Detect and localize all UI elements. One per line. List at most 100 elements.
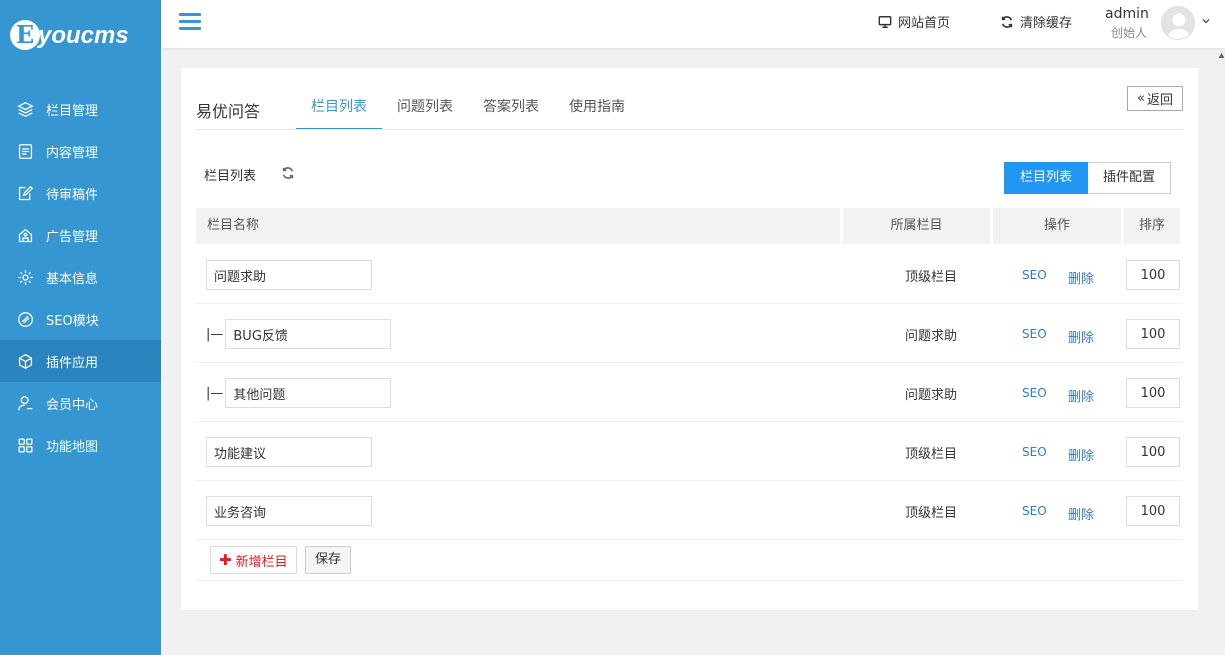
sidebar-item-label: 插件应用 <box>46 355 99 371</box>
header-column-name: 栏目名称 <box>196 208 840 244</box>
sidebar-item-sitemap[interactable]: 功能地图 <box>0 424 161 466</box>
site-home-link[interactable]: 网站首页 <box>878 12 950 31</box>
table-row: |— 问题求助 SEO 删除 <box>196 363 1183 422</box>
seo-link[interactable]: SEO <box>1022 504 1047 518</box>
top-bar: 网站首页 清除缓存 admin 创始人 <box>161 0 1225 48</box>
parent-column: 问题求助 <box>904 388 957 403</box>
avatar[interactable] <box>1161 6 1195 40</box>
double-chevron-left-icon: « <box>1137 91 1145 106</box>
chevron-down-icon[interactable] <box>1201 16 1211 26</box>
seo-icon <box>16 310 34 328</box>
tab-answer-list[interactable]: 答案列表 <box>468 96 554 130</box>
tree-indent: |— <box>206 326 224 342</box>
sidebar-item-column[interactable]: 栏目管理 <box>0 88 161 130</box>
user-role: 创始人 <box>1111 26 1148 40</box>
delete-link[interactable]: 删除 <box>1068 445 1094 464</box>
layers-icon <box>16 100 34 118</box>
tab-bar: 栏目列表 问题列表 答案列表 使用指南 <box>296 96 640 130</box>
parent-column: 顶级栏目 <box>904 447 957 462</box>
user-icon <box>16 394 34 412</box>
sidebar-item-ads[interactable]: 广告管理 <box>0 214 161 256</box>
column-name-input[interactable] <box>206 437 372 467</box>
sidebar-menu: 栏目管理 内容管理 待审稿件 广告管理 基本信息 SEO模块 插件应用 会员中心… <box>0 88 161 466</box>
edit-icon <box>16 184 34 202</box>
sidebar-item-label: 栏目管理 <box>46 103 99 119</box>
sidebar-item-label: 待审稿件 <box>46 187 99 203</box>
header-parent-column: 所属栏目 <box>843 208 990 244</box>
sort-input[interactable] <box>1126 437 1180 467</box>
sidebar-item-members[interactable]: 会员中心 <box>0 382 161 424</box>
header-sort: 排序 <box>1124 208 1180 244</box>
sort-input[interactable] <box>1126 319 1180 349</box>
delete-link[interactable]: 删除 <box>1068 504 1094 523</box>
menu-toggle-icon[interactable] <box>179 13 201 33</box>
delete-link[interactable]: 删除 <box>1068 327 1094 346</box>
scroll-up-icon[interactable] <box>1218 52 1225 60</box>
user-name: admin <box>1105 6 1149 22</box>
parent-column: 顶级栏目 <box>904 506 957 521</box>
sidebar-item-basic-info[interactable]: 基本信息 <box>0 256 161 298</box>
table-row: |— 问题求助 SEO 删除 <box>196 304 1183 363</box>
sidebar-item-plugins[interactable]: 插件应用 <box>0 340 161 382</box>
sort-input[interactable] <box>1126 260 1180 290</box>
seo-link[interactable]: SEO <box>1022 268 1047 282</box>
header-actions: 操作 <box>993 208 1121 244</box>
sidebar-item-label: SEO模块 <box>46 313 99 329</box>
section-title: 栏目列表 <box>204 169 257 184</box>
grid-icon <box>16 436 34 454</box>
sidebar-item-content[interactable]: 内容管理 <box>0 130 161 172</box>
sidebar-item-label: 广告管理 <box>46 229 99 245</box>
view-toggle: 栏目列表 插件配置 <box>1004 162 1172 194</box>
column-name-input[interactable] <box>225 378 392 408</box>
cube-icon <box>16 352 34 370</box>
add-column-button[interactable]: ✚ 新增栏目 <box>210 546 297 574</box>
avatar-user-icon <box>1167 13 1191 39</box>
plugin-config-button[interactable]: 插件配置 <box>1088 162 1172 194</box>
sidebar-item-label: 基本信息 <box>46 271 99 287</box>
seo-link[interactable]: SEO <box>1022 327 1047 341</box>
column-name-input[interactable] <box>206 496 372 526</box>
back-button[interactable]: « 返回 <box>1127 86 1183 111</box>
refresh-icon <box>1001 15 1013 28</box>
sidebar-item-label: 功能地图 <box>46 439 99 455</box>
delete-link[interactable]: 删除 <box>1068 268 1094 287</box>
plus-icon: ✚ <box>219 551 232 569</box>
column-name-input[interactable] <box>206 260 372 290</box>
save-button[interactable]: 保存 <box>305 546 352 574</box>
clear-cache-label: 清除缓存 <box>1020 16 1073 31</box>
parent-column: 顶级栏目 <box>904 270 957 285</box>
column-list-button[interactable]: 栏目列表 <box>1004 162 1089 194</box>
tab-question-list[interactable]: 问题列表 <box>382 96 468 130</box>
sidebar-item-pending[interactable]: 待审稿件 <box>0 172 161 214</box>
delete-link[interactable]: 删除 <box>1068 386 1094 405</box>
back-label: 返回 <box>1146 93 1173 108</box>
seo-link[interactable]: SEO <box>1022 386 1047 400</box>
gear-icon <box>16 268 34 286</box>
refresh-icon[interactable] <box>281 166 295 180</box>
add-column-label: 新增栏目 <box>235 554 288 570</box>
sort-input[interactable] <box>1126 378 1180 408</box>
sort-input[interactable] <box>1126 496 1180 526</box>
sidebar-item-seo[interactable]: SEO模块 <box>0 298 161 340</box>
action-bar: ✚ 新增栏目 保存 <box>196 540 1183 581</box>
site-home-label: 网站首页 <box>898 16 951 31</box>
page-title: 易优问答 <box>196 102 261 121</box>
sidebar-item-label: 内容管理 <box>46 145 99 161</box>
logo-mark: E <box>10 20 40 50</box>
tab-column-list[interactable]: 栏目列表 <box>296 96 382 130</box>
logo-text: youcms <box>38 22 129 49</box>
logo[interactable]: E youcms <box>8 18 153 58</box>
main-panel: 易优问答 栏目列表 问题列表 答案列表 使用指南 « 返回 栏目列表 栏目列表 … <box>181 68 1198 610</box>
user-menu[interactable]: admin 创始人 <box>1105 6 1215 44</box>
tab-guide[interactable]: 使用指南 <box>554 96 640 130</box>
table-row: 顶级栏目 SEO 删除 <box>196 422 1183 481</box>
table-header: 栏目名称 所属栏目 操作 排序 <box>196 208 1183 244</box>
clear-cache-link[interactable]: 清除缓存 <box>1000 12 1072 31</box>
seo-link[interactable]: SEO <box>1022 445 1047 459</box>
column-name-input[interactable] <box>225 319 392 349</box>
table-row: 顶级栏目 SEO 删除 <box>196 245 1183 304</box>
sidebar-item-label: 会员中心 <box>46 397 99 413</box>
ad-icon <box>16 226 34 244</box>
sidebar: E youcms 栏目管理 内容管理 待审稿件 广告管理 基本信息 SEO模块 … <box>0 0 161 655</box>
parent-column: 问题求助 <box>904 329 957 344</box>
